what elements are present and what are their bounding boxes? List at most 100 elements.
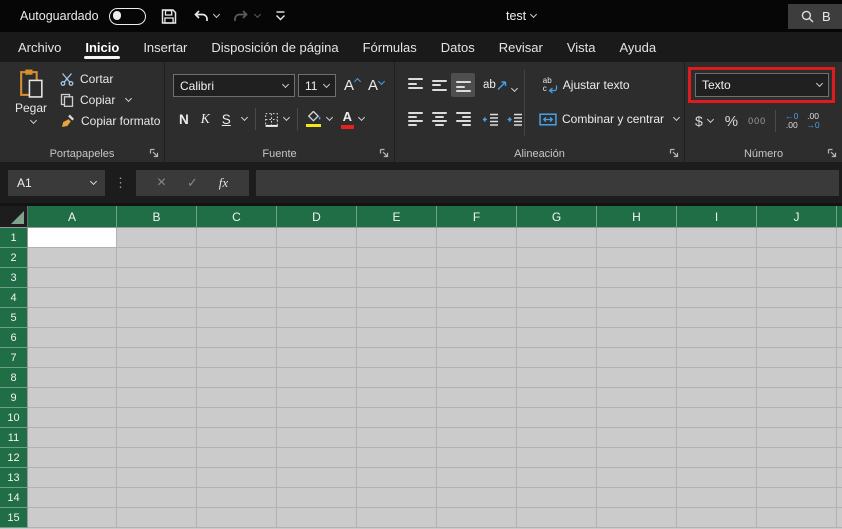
- cell-I4[interactable]: [677, 288, 757, 308]
- cell-F8[interactable]: [437, 368, 517, 388]
- portapapeles-dialog-launcher-icon[interactable]: [148, 147, 159, 158]
- cell-H6[interactable]: [597, 328, 677, 348]
- cell-J8[interactable]: [757, 368, 837, 388]
- row-header-9[interactable]: 9: [0, 388, 28, 408]
- underline-button[interactable]: S: [216, 112, 237, 127]
- cell-B4[interactable]: [117, 288, 197, 308]
- cell-C6[interactable]: [197, 328, 277, 348]
- row-header-6[interactable]: 6: [0, 328, 28, 348]
- column-header-J[interactable]: J: [757, 206, 837, 228]
- cell-B9[interactable]: [117, 388, 197, 408]
- cell-C9[interactable]: [197, 388, 277, 408]
- cell-J14[interactable]: [757, 488, 837, 508]
- column-header-F[interactable]: F: [437, 206, 517, 228]
- cell-E15[interactable]: [357, 508, 437, 528]
- formula-input[interactable]: [256, 169, 839, 196]
- cell-C3[interactable]: [197, 268, 277, 288]
- cell-B15[interactable]: [117, 508, 197, 528]
- alineacion-dialog-launcher-icon[interactable]: [668, 147, 679, 158]
- cell-E8[interactable]: [357, 368, 437, 388]
- cell-D13[interactable]: [277, 468, 357, 488]
- cell-I9[interactable]: [677, 388, 757, 408]
- cell-E10[interactable]: [357, 408, 437, 428]
- cell-I15[interactable]: [677, 508, 757, 528]
- font-color-dropdown-icon[interactable]: [357, 113, 365, 122]
- cell-I10[interactable]: [677, 408, 757, 428]
- cell-G13[interactable]: [517, 468, 597, 488]
- cell-B13[interactable]: [117, 468, 197, 488]
- cell-C1[interactable]: [197, 228, 277, 248]
- row-header-5[interactable]: 5: [0, 308, 28, 328]
- cell-partial[interactable]: [837, 428, 842, 448]
- name-box[interactable]: A1: [8, 169, 105, 196]
- name-box-dropdown-icon[interactable]: [89, 177, 98, 185]
- copy-button[interactable]: Copiar: [60, 93, 160, 107]
- cell-partial[interactable]: [837, 248, 842, 268]
- cell-H10[interactable]: [597, 408, 677, 428]
- cell-C2[interactable]: [197, 248, 277, 268]
- cell-A13[interactable]: [28, 468, 117, 488]
- cell-G7[interactable]: [517, 348, 597, 368]
- increase-indent-button[interactable]: [506, 113, 523, 126]
- cell-A15[interactable]: [28, 508, 117, 528]
- cut-button[interactable]: Cortar: [60, 72, 160, 86]
- tab-insertar[interactable]: Insertar: [131, 32, 199, 62]
- bold-button[interactable]: N: [173, 112, 195, 127]
- cell-F13[interactable]: [437, 468, 517, 488]
- cell-E9[interactable]: [357, 388, 437, 408]
- cell-C7[interactable]: [197, 348, 277, 368]
- cell-C13[interactable]: [197, 468, 277, 488]
- cell-partial[interactable]: [837, 308, 842, 328]
- column-header-E[interactable]: E: [357, 206, 437, 228]
- row-header-2[interactable]: 2: [0, 248, 28, 268]
- cell-C15[interactable]: [197, 508, 277, 528]
- cell-A4[interactable]: [28, 288, 117, 308]
- cell-H8[interactable]: [597, 368, 677, 388]
- cell-D4[interactable]: [277, 288, 357, 308]
- cell-J3[interactable]: [757, 268, 837, 288]
- cell-A11[interactable]: [28, 428, 117, 448]
- merge-center-button[interactable]: Combinar y centrar: [539, 112, 681, 126]
- row-header-13[interactable]: 13: [0, 468, 28, 488]
- cell-D14[interactable]: [277, 488, 357, 508]
- cell-I1[interactable]: [677, 228, 757, 248]
- cell-B8[interactable]: [117, 368, 197, 388]
- cell-partial[interactable]: [837, 448, 842, 468]
- cell-E11[interactable]: [357, 428, 437, 448]
- cell-C14[interactable]: [197, 488, 277, 508]
- fuente-dialog-launcher-icon[interactable]: [378, 147, 389, 158]
- row-header-1[interactable]: 1: [0, 228, 28, 248]
- percent-format-button[interactable]: %: [725, 113, 738, 130]
- decrease-indent-button[interactable]: [482, 113, 499, 126]
- cell-G14[interactable]: [517, 488, 597, 508]
- cell-I3[interactable]: [677, 268, 757, 288]
- cell-C11[interactable]: [197, 428, 277, 448]
- cell-F9[interactable]: [437, 388, 517, 408]
- cell-I2[interactable]: [677, 248, 757, 268]
- cell-F2[interactable]: [437, 248, 517, 268]
- cell-F11[interactable]: [437, 428, 517, 448]
- cell-B11[interactable]: [117, 428, 197, 448]
- column-header-G[interactable]: G: [517, 206, 597, 228]
- tab-archivo[interactable]: Archivo: [6, 32, 73, 62]
- cell-B1[interactable]: [117, 228, 197, 248]
- cell-G2[interactable]: [517, 248, 597, 268]
- cell-G1[interactable]: [517, 228, 597, 248]
- font-name-combobox[interactable]: Calibri: [173, 74, 295, 97]
- cell-J4[interactable]: [757, 288, 837, 308]
- cell-J7[interactable]: [757, 348, 837, 368]
- column-header-partial[interactable]: [837, 206, 842, 228]
- enter-button[interactable]: ✓: [187, 175, 198, 191]
- redo-button[interactable]: [233, 9, 261, 23]
- font-size-combobox[interactable]: 11: [298, 74, 336, 97]
- align-middle-button[interactable]: [427, 73, 451, 97]
- cell-H1[interactable]: [597, 228, 677, 248]
- underline-dropdown-icon[interactable]: [240, 113, 248, 122]
- cell-E2[interactable]: [357, 248, 437, 268]
- cell-A2[interactable]: [28, 248, 117, 268]
- cell-A7[interactable]: [28, 348, 117, 368]
- cell-H5[interactable]: [597, 308, 677, 328]
- cell-E3[interactable]: [357, 268, 437, 288]
- cell-partial[interactable]: [837, 468, 842, 488]
- cell-G3[interactable]: [517, 268, 597, 288]
